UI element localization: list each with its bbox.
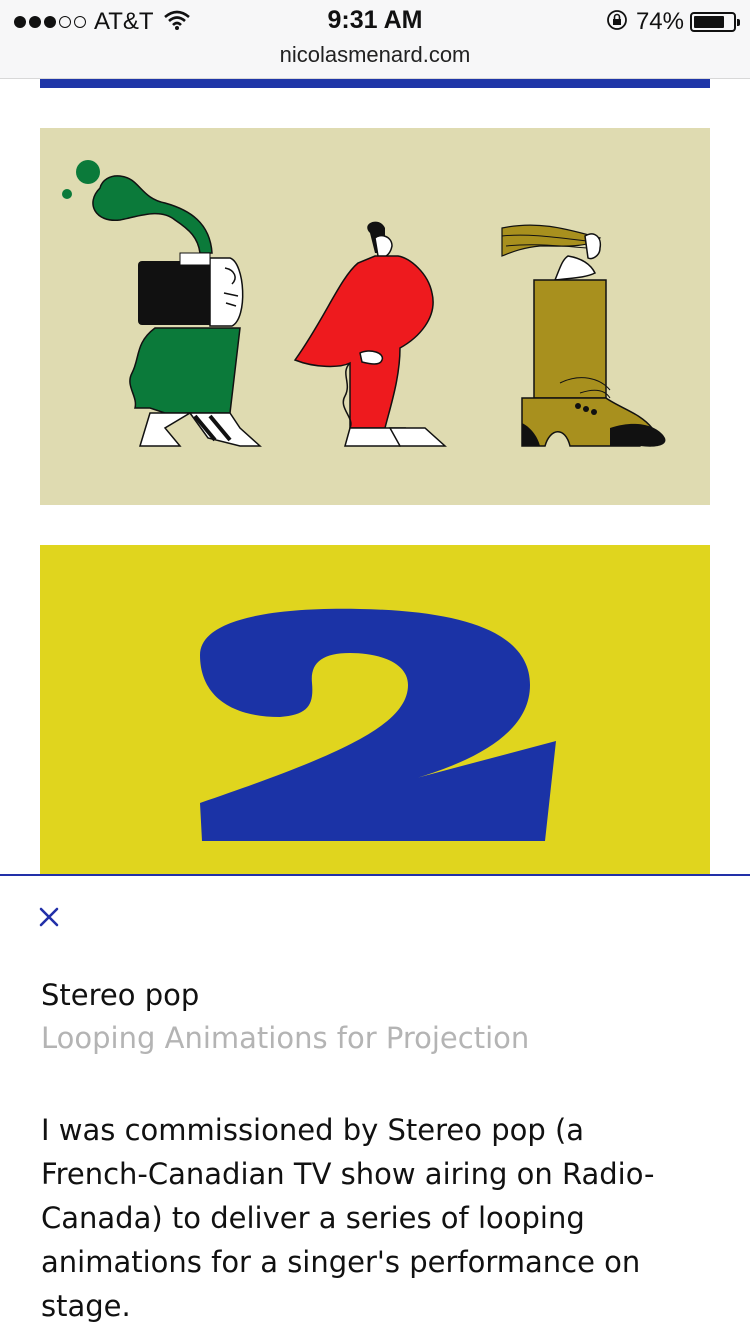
battery-icon: [690, 12, 740, 32]
three-figures-illustration: [40, 128, 710, 505]
project-subtitle: Looping Animations for Projection: [41, 1021, 530, 1055]
project-description: I was commissioned by Stereo pop (a Fren…: [41, 1113, 655, 1323]
status-bar: AT&T 9:31 AM 74%: [0, 0, 750, 40]
rotation-lock-icon: [606, 9, 628, 35]
status-right: 74%: [606, 8, 740, 36]
project-title: Stereo pop: [41, 978, 200, 1012]
battery-percent: 74%: [635, 8, 684, 35]
close-icon[interactable]: [38, 906, 60, 928]
number-two-illustration: [40, 545, 710, 885]
project-info-sheet: Stereo pop Looping Animations for Projec…: [0, 874, 750, 1336]
previous-image-edge: [40, 79, 710, 88]
url-text[interactable]: nicolasmenard.com: [280, 42, 471, 67]
url-bar[interactable]: nicolasmenard.com: [0, 40, 750, 79]
close-button[interactable]: [36, 904, 62, 930]
